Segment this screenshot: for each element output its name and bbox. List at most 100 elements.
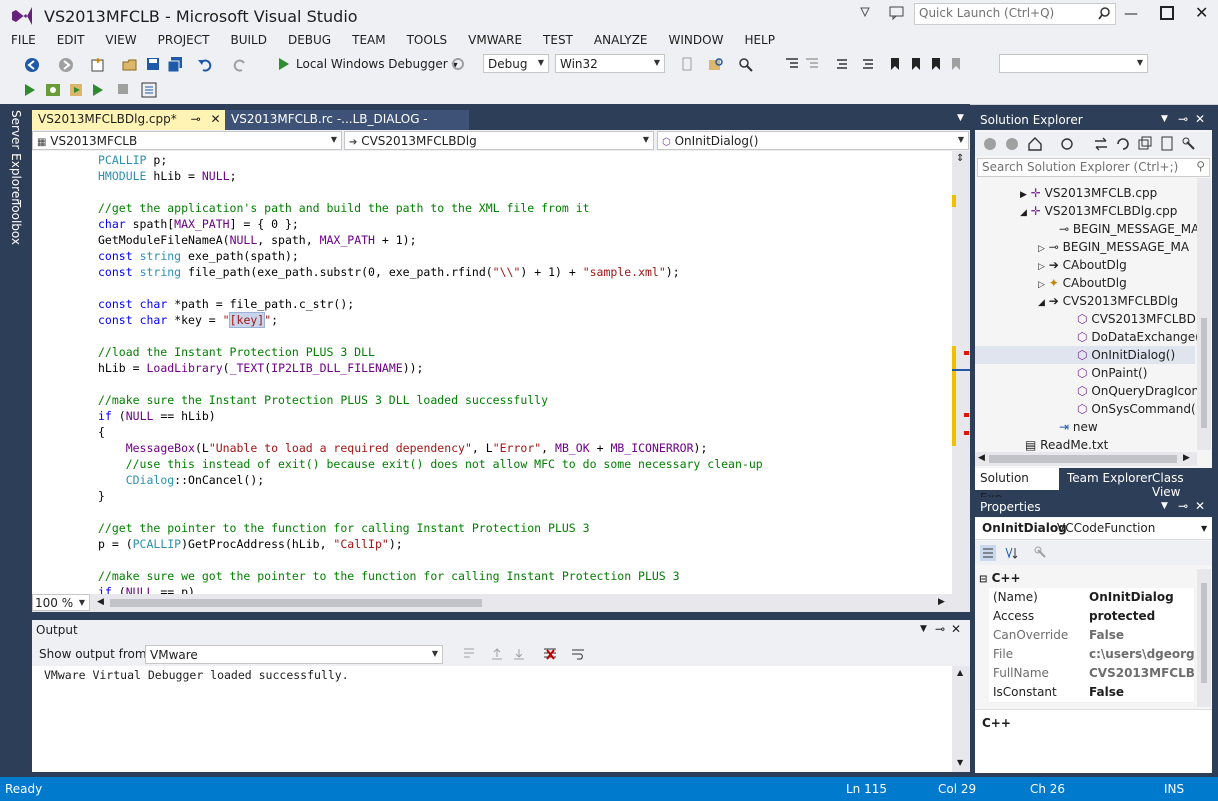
- toolbox-tab[interactable]: Toolbox: [9, 200, 23, 245]
- menu-project[interactable]: PROJECT: [147, 30, 220, 52]
- close-icon[interactable]: ✕: [1195, 499, 1205, 513]
- pending-changes-icon[interactable]: [1093, 136, 1109, 152]
- outdent-icon[interactable]: [785, 57, 799, 71]
- previous-message-icon[interactable]: [490, 647, 504, 661]
- tree-item-begin-message-map[interactable]: ▷ ⊸ BEGIN_MESSAGE_MA: [1038, 238, 1189, 256]
- vmware-run-icon[interactable]: [45, 82, 63, 98]
- pin-icon[interactable]: ⊸: [1178, 499, 1188, 513]
- clear-bookmarks-icon[interactable]: [949, 57, 963, 71]
- open-file-icon[interactable]: [122, 57, 138, 73]
- property-row[interactable]: IsConstant False: [989, 683, 1194, 703]
- tree-horizontal-scrollbar[interactable]: ◀ ▶: [975, 452, 1197, 466]
- comment-icon[interactable]: [835, 57, 849, 71]
- scroll-down-icon[interactable]: ▼: [957, 758, 963, 767]
- category-cpp[interactable]: ⊟ C++: [979, 571, 1021, 585]
- tab-vs2013mfclb-rc[interactable]: VS2013MFCLB.rc -...LB_DIALOG - Dialog: [225, 110, 469, 145]
- scroll-right-icon[interactable]: ▶: [1183, 453, 1190, 463]
- split-icon[interactable]: ⇕: [956, 153, 964, 164]
- clear-all-icon[interactable]: [542, 646, 558, 662]
- word-wrap-icon[interactable]: [570, 646, 586, 662]
- refresh-icon[interactable]: [451, 57, 465, 71]
- vmware-debug-icon[interactable]: [90, 82, 106, 98]
- output-vertical-scrollbar[interactable]: ▲ ▼: [952, 666, 970, 772]
- tab-overflow-icon[interactable]: ▼: [957, 113, 964, 123]
- solution-search-input[interactable]: Search Solution Explorer (Ctrl+;) ⚲: [977, 158, 1210, 177]
- find-combo[interactable]: ▼: [999, 54, 1148, 73]
- properties-scrollbar[interactable]: [1197, 569, 1211, 707]
- collapse-all-icon[interactable]: [1137, 136, 1153, 152]
- tree-item-cvs2013mfclbdlg[interactable]: ◢ ➔ CVS2013MFCLBDlg: [1038, 292, 1178, 310]
- close-icon[interactable]: ✕: [1195, 112, 1205, 126]
- back-icon[interactable]: [983, 137, 997, 151]
- menu-edit[interactable]: EDIT: [46, 30, 95, 52]
- solution-configuration-select[interactable]: Debug ▼: [483, 54, 549, 73]
- property-row[interactable]: (Name) OnInitDialog: [989, 588, 1194, 608]
- undo-icon[interactable]: [197, 57, 213, 73]
- output-source-select[interactable]: VMware ▼: [145, 645, 443, 664]
- menu-view[interactable]: VIEW: [94, 30, 146, 52]
- tab-class-view[interactable]: Class View: [1152, 471, 1212, 499]
- next-bookmark-icon[interactable]: [929, 57, 943, 71]
- scroll-left-icon[interactable]: ◀: [97, 597, 104, 607]
- scroll-right-icon[interactable]: ▶: [938, 597, 945, 607]
- feedback-icon[interactable]: [889, 6, 905, 20]
- vertical-scrollbar[interactable]: ⇕: [952, 151, 970, 594]
- properties-object-select[interactable]: OnInitDialog VCCodeFunction ▼: [975, 518, 1212, 540]
- close-icon[interactable]: ✕: [951, 622, 961, 636]
- forward-icon[interactable]: [58, 57, 74, 73]
- notification-flag-icon[interactable]: [858, 6, 872, 20]
- tree-item-vs2013mfclbdlg-cpp[interactable]: ◢ ✛ VS2013MFCLBDlg.cpp: [1020, 202, 1177, 220]
- menu-test[interactable]: TEST: [532, 30, 583, 52]
- pin-icon[interactable]: ⊸: [935, 622, 945, 636]
- redo-icon[interactable]: [232, 57, 248, 73]
- menu-window[interactable]: WINDOW: [658, 30, 734, 52]
- member-select[interactable]: ⬡ OnInitDialog() ▼: [657, 131, 969, 150]
- save-icon[interactable]: [146, 57, 160, 71]
- alphabetical-icon[interactable]: [1003, 545, 1019, 561]
- solution-platform-select[interactable]: Win32 ▼: [555, 54, 665, 73]
- property-row[interactable]: File c:\users\dgeorge\: [989, 645, 1194, 665]
- property-pages-icon[interactable]: [1033, 545, 1049, 561]
- code-area[interactable]: PCALLIP p; HMODULE hLib = NULL; //get th…: [32, 151, 952, 594]
- project-select[interactable]: ▦ VS2013MFCLB ▼: [32, 131, 342, 150]
- vmware-step-icon[interactable]: [69, 82, 85, 98]
- class-select[interactable]: ➔ CVS2013MFCLBDlg ▼: [344, 131, 654, 150]
- menu-build[interactable]: BUILD: [219, 30, 276, 52]
- categorized-icon[interactable]: [980, 545, 996, 561]
- horizontal-scrollbar[interactable]: 100 % ▼ ◀ ▶: [32, 594, 970, 612]
- vmware-config-icon[interactable]: [141, 82, 159, 98]
- tree-item-vs2013mfclb-cpp[interactable]: ▶ ✛ VS2013MFCLB.cpp: [1020, 184, 1157, 202]
- tree-item-oninitdialog[interactable]: ⬡ OnInitDialog(): [1077, 346, 1175, 364]
- menu-help[interactable]: HELP: [733, 30, 785, 52]
- tree-item-onpaint[interactable]: ⬡ OnPaint(): [1077, 364, 1147, 382]
- new-project-icon[interactable]: [90, 57, 106, 73]
- menu-vmware[interactable]: VMWARE: [457, 30, 532, 52]
- local-windows-debugger-button[interactable]: Local Windows Debugger ▼: [296, 57, 458, 71]
- tree-horizontal-thumb[interactable]: [989, 455, 1177, 463]
- device-icon[interactable]: [680, 57, 694, 71]
- save-all-icon[interactable]: [167, 57, 183, 73]
- server-explorer-tab[interactable]: Server Explorer: [9, 110, 23, 203]
- vmware-stop-icon[interactable]: [116, 82, 130, 96]
- pin-icon[interactable]: ⊸: [1178, 112, 1188, 126]
- chevron-down-icon[interactable]: ▼: [920, 624, 927, 634]
- previous-bookmark-icon[interactable]: [909, 57, 923, 71]
- properties-scroll-thumb[interactable]: [1201, 583, 1207, 683]
- find-message-icon[interactable]: [462, 647, 476, 661]
- tree-scroll-thumb[interactable]: [1201, 318, 1207, 428]
- property-row[interactable]: FullName CVS2013MFCLBDl: [989, 664, 1194, 684]
- refresh-icon[interactable]: [1115, 136, 1131, 152]
- back-icon[interactable]: [24, 57, 40, 73]
- tab-solution-explorer[interactable]: Solution Exp...: [975, 468, 1059, 505]
- menu-team[interactable]: TEAM: [341, 30, 395, 52]
- menu-analyze[interactable]: ANALYZE: [583, 30, 658, 52]
- home-icon[interactable]: [1027, 136, 1043, 152]
- bookmark-icon[interactable]: [889, 57, 901, 71]
- chevron-down-icon[interactable]: ▼: [1161, 114, 1168, 124]
- tree-item-constructor[interactable]: ⬡ CVS2013MFCLBDl: [1077, 310, 1199, 328]
- property-row[interactable]: Access protected: [989, 607, 1194, 627]
- code-editor[interactable]: ▦ VS2013MFCLB ▼ ➔ CVS2013MFCLBDlg ▼ ⬡ OnIn…: [32, 130, 970, 612]
- attach-process-icon[interactable]: [22, 82, 38, 98]
- scroll-up-icon[interactable]: ▲: [957, 668, 963, 677]
- close-icon[interactable]: ✕: [210, 112, 220, 126]
